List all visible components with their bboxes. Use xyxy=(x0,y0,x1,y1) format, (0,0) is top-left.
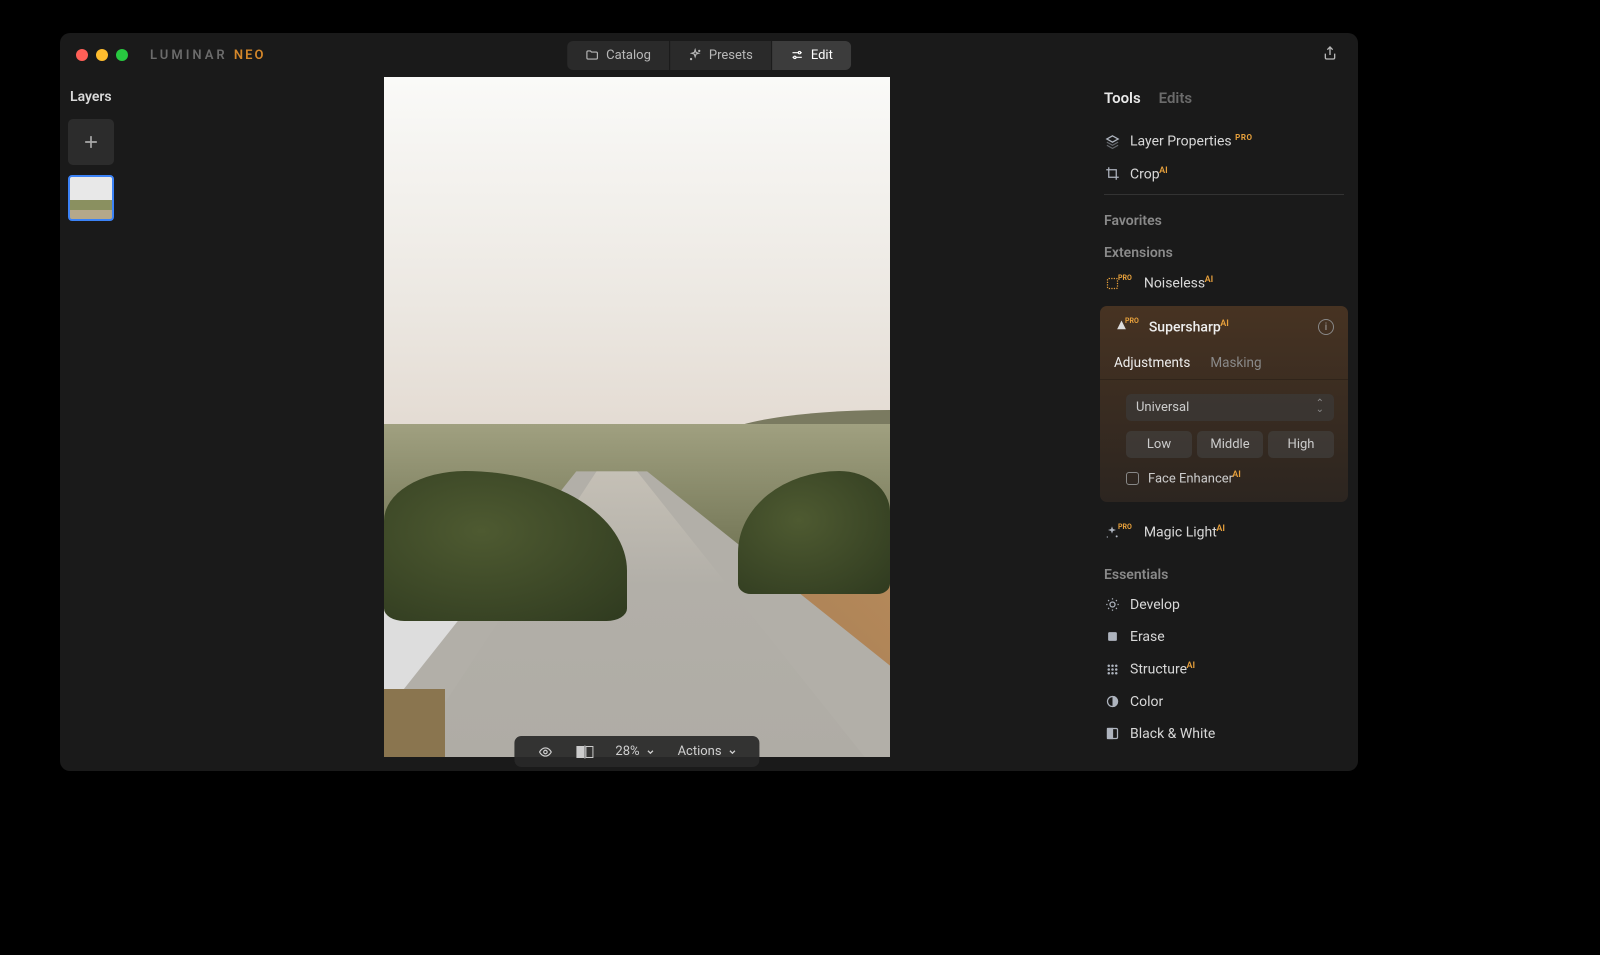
tool-label: Noiseless AI xyxy=(1144,275,1213,292)
tool-label: Crop AI xyxy=(1130,166,1168,183)
actions-label: Actions xyxy=(678,744,722,759)
tool-structure[interactable]: Structure AI xyxy=(1104,653,1344,686)
layers-icon xyxy=(1104,134,1120,149)
eye-icon xyxy=(536,745,554,759)
minimize-window-button[interactable] xyxy=(96,49,108,61)
preview-toggle[interactable] xyxy=(536,745,554,759)
plus-icon xyxy=(81,132,101,152)
sliders-icon xyxy=(790,48,804,62)
updown-icon: ⌃⌄ xyxy=(1316,401,1324,413)
actions-menu[interactable]: Actions xyxy=(678,744,738,759)
tool-develop[interactable]: Develop xyxy=(1104,589,1344,621)
zoom-value: 28% xyxy=(615,744,639,759)
color-icon xyxy=(1104,694,1120,709)
canvas-toolbar: 28% Actions xyxy=(514,736,759,767)
bw-icon xyxy=(1104,726,1120,741)
add-layer-button[interactable] xyxy=(68,119,114,165)
traffic-lights xyxy=(76,49,128,61)
tab-presets-label: Presets xyxy=(709,48,753,63)
erase-icon xyxy=(1104,629,1120,644)
tool-supersharp[interactable]: PRO Supersharp AI i xyxy=(1100,306,1348,347)
close-window-button[interactable] xyxy=(76,49,88,61)
main-body: Layers xyxy=(60,77,1358,771)
tool-label: Magic Light AI xyxy=(1144,524,1225,541)
info-button[interactable]: i xyxy=(1318,319,1334,335)
supersharp-subtabs: Adjustments Masking xyxy=(1100,347,1348,380)
share-button[interactable] xyxy=(1322,44,1338,66)
intensity-low[interactable]: Low xyxy=(1126,431,1192,458)
tab-edit[interactable]: Edit xyxy=(772,41,851,70)
crop-icon xyxy=(1104,166,1120,181)
layers-panel: Layers xyxy=(60,77,180,771)
preset-value: Universal xyxy=(1136,400,1189,415)
tool-label: Supersharp AI xyxy=(1149,319,1229,336)
compare-icon xyxy=(576,745,593,759)
supersharp-panel: PRO Supersharp AI i Adjustments Masking … xyxy=(1100,306,1348,502)
maximize-window-button[interactable] xyxy=(116,49,128,61)
tool-label: Erase xyxy=(1130,629,1165,645)
tool-magic-light[interactable]: PRO Magic Light AI xyxy=(1104,516,1344,549)
titlebar: LUMINAR NEO Catalog Presets Edit xyxy=(60,33,1358,77)
image-canvas[interactable] xyxy=(384,77,890,757)
develop-icon xyxy=(1104,597,1120,612)
supersharp-body: Universal ⌃⌄ Low Middle High Face Enhanc… xyxy=(1100,380,1348,502)
compare-toggle[interactable] xyxy=(576,745,593,759)
tool-noiseless[interactable]: PRO Noiseless AI xyxy=(1104,267,1344,300)
structure-icon xyxy=(1104,662,1120,677)
intensity-middle[interactable]: Middle xyxy=(1197,431,1263,458)
checkbox-icon xyxy=(1126,472,1139,485)
subtab-masking[interactable]: Masking xyxy=(1210,355,1261,371)
tools-panel: Tools Edits Layer Properties PRO Crop AI… xyxy=(1094,77,1358,771)
section-favorites: Favorites xyxy=(1104,203,1344,235)
tool-label: Layer Properties PRO xyxy=(1130,133,1252,150)
intensity-segmented: Low Middle High xyxy=(1126,431,1334,458)
canvas-area: 28% Actions xyxy=(180,77,1094,771)
chevron-down-icon xyxy=(728,747,738,757)
folder-icon xyxy=(585,48,599,62)
tool-label: Black & White xyxy=(1130,726,1215,742)
intensity-high[interactable]: High xyxy=(1268,431,1334,458)
layer-thumbnail[interactable] xyxy=(68,175,114,221)
face-enhancer-checkbox[interactable]: Face Enhancer AI xyxy=(1126,470,1334,486)
zoom-level[interactable]: 28% xyxy=(615,744,655,759)
tool-label: Color xyxy=(1130,694,1163,710)
tool-label: Structure AI xyxy=(1130,661,1195,678)
tool-layer-properties[interactable]: Layer Properties PRO xyxy=(1104,125,1344,158)
layers-title: Layers xyxy=(68,89,172,105)
app-logo: LUMINAR NEO xyxy=(150,48,265,63)
tool-crop[interactable]: Crop AI xyxy=(1104,158,1344,191)
chevron-down-icon xyxy=(646,747,656,757)
tool-black-white[interactable]: Black & White xyxy=(1104,718,1344,750)
sparkle-icon xyxy=(688,48,702,62)
face-enhancer-label: Face Enhancer AI xyxy=(1148,470,1241,486)
panel-tabs: Tools Edits xyxy=(1104,89,1344,107)
section-extensions: Extensions xyxy=(1104,235,1344,267)
section-essentials: Essentials xyxy=(1104,549,1344,589)
tab-catalog[interactable]: Catalog xyxy=(567,41,669,70)
tab-catalog-label: Catalog xyxy=(606,48,651,63)
tool-color[interactable]: Color xyxy=(1104,686,1344,718)
mode-switcher: Catalog Presets Edit xyxy=(567,41,851,70)
tool-erase[interactable]: Erase xyxy=(1104,621,1344,653)
tab-presets[interactable]: Presets xyxy=(669,41,772,70)
app-window: LUMINAR NEO Catalog Presets Edit L xyxy=(60,33,1358,771)
subtab-adjustments[interactable]: Adjustments xyxy=(1114,355,1190,371)
tab-edit-label: Edit xyxy=(811,48,833,63)
tab-tools[interactable]: Tools xyxy=(1104,89,1141,107)
tab-edits[interactable]: Edits xyxy=(1159,89,1192,107)
share-icon xyxy=(1322,44,1338,62)
divider xyxy=(1104,194,1344,195)
tool-label: Develop xyxy=(1130,597,1180,613)
preset-select[interactable]: Universal ⌃⌄ xyxy=(1126,394,1334,421)
